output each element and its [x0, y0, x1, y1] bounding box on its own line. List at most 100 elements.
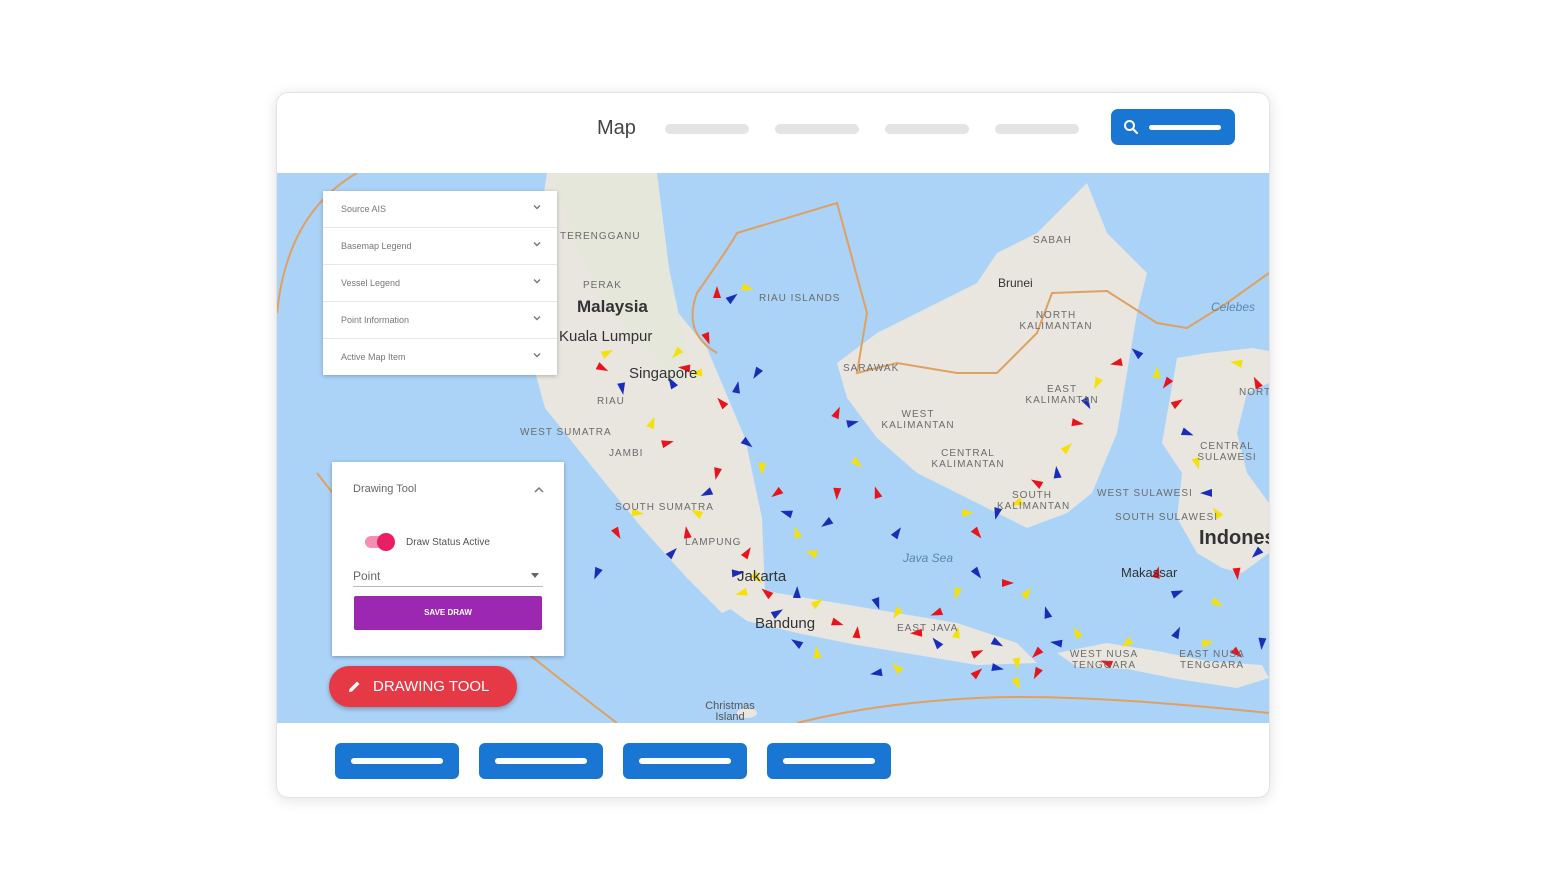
boundary-line	[796, 696, 1269, 723]
search-icon	[1124, 120, 1139, 135]
nav-map-link[interactable]: Map	[597, 117, 636, 140]
vessel-marker[interactable]	[970, 566, 985, 581]
vessel-marker[interactable]	[1050, 638, 1063, 648]
vessel-marker[interactable]	[758, 462, 767, 475]
vessel-marker[interactable]	[1030, 666, 1043, 681]
vessel-marker[interactable]	[970, 526, 985, 541]
vessel-marker[interactable]	[779, 507, 793, 519]
map-label: WEST KALIMANTAN	[881, 409, 955, 431]
vessel-marker[interactable]	[889, 660, 904, 675]
footer-button[interactable]	[335, 743, 459, 779]
vessel-marker[interactable]	[1041, 605, 1053, 619]
vessel-marker[interactable]	[1257, 637, 1267, 651]
vessel-marker[interactable]	[611, 526, 624, 541]
legend-item-label: Basemap Legend	[341, 241, 412, 251]
vessel-marker[interactable]	[890, 525, 904, 540]
map-label: EAST KALIMANTAN	[1025, 384, 1099, 406]
map-label: CENTRAL SULAWESI	[1197, 441, 1257, 463]
map-label: NORTH	[1239, 387, 1269, 398]
geometry-type-select[interactable]: Point	[353, 566, 543, 587]
drawing-tool-button-label: DRAWING TOOL	[373, 678, 490, 695]
vessel-marker[interactable]	[750, 366, 764, 381]
nav-item-placeholder[interactable]	[885, 124, 969, 134]
map-label: Singapore	[629, 365, 698, 382]
vessel-marker[interactable]	[1020, 585, 1035, 600]
vessel-marker[interactable]	[741, 282, 755, 294]
map-label: Celebes	[1211, 300, 1256, 314]
vessel-marker[interactable]	[991, 663, 1004, 673]
vessel-marker[interactable]	[725, 291, 740, 305]
search-button-label-placeholder	[1149, 125, 1221, 130]
vessel-marker[interactable]	[846, 418, 859, 429]
vessel-marker[interactable]	[871, 485, 883, 499]
vessel-marker[interactable]	[804, 547, 819, 559]
map-label: WEST SUMATRA	[520, 427, 612, 438]
map-label: SABAH	[1033, 235, 1072, 246]
map-label: LAMPUNG	[685, 537, 742, 548]
vessel-marker[interactable]	[769, 486, 784, 501]
vessel-marker[interactable]	[591, 566, 603, 581]
vessel-marker[interactable]	[713, 286, 721, 298]
vessel-marker[interactable]	[951, 587, 963, 601]
app-window: Map TERENGGANU PERAK Malaysia Kuala Lump…	[276, 92, 1270, 798]
vessel-marker[interactable]	[792, 586, 801, 599]
map-label: JAMBI	[609, 448, 644, 459]
vessel-marker[interactable]	[819, 516, 834, 530]
vessel-marker[interactable]	[812, 646, 822, 659]
map-label: SOUTH KALIMANTAN	[997, 490, 1071, 512]
nav-item-placeholder[interactable]	[995, 124, 1079, 134]
footer-button-label-placeholder	[783, 758, 875, 764]
vessel-marker[interactable]	[831, 405, 843, 420]
map-label: SARAWAK	[843, 363, 900, 374]
map-label: CENTRAL KALIMANTAN	[931, 448, 1005, 470]
vessel-marker[interactable]	[1170, 587, 1185, 599]
vessel-marker[interactable]	[1210, 596, 1225, 610]
vessel-marker[interactable]	[961, 509, 974, 518]
drawing-tool-panel: Drawing Tool Draw Status Active Point SA…	[332, 462, 564, 656]
vessel-marker[interactable]	[1002, 579, 1014, 587]
drawing-tool-button[interactable]: DRAWING TOOL	[329, 666, 517, 707]
map-canvas[interactable]: TERENGGANU PERAK Malaysia Kuala Lumpur S…	[277, 173, 1269, 723]
legend-item-vessel[interactable]: Vessel Legend	[323, 265, 557, 302]
vessel-marker[interactable]	[850, 456, 865, 471]
vessel-marker[interactable]	[869, 668, 883, 678]
nav-item-placeholder[interactable]	[775, 124, 859, 134]
vessel-marker[interactable]	[732, 380, 742, 394]
legend-item-active-map[interactable]: Active Map Item	[323, 339, 557, 375]
legend-item-basemap[interactable]: Basemap Legend	[323, 228, 557, 265]
vessel-marker[interactable]	[929, 607, 944, 619]
nav-item-placeholder[interactable]	[665, 124, 749, 134]
map-label: Kuala Lumpur	[559, 328, 653, 345]
footer-button[interactable]	[623, 743, 747, 779]
vessel-marker[interactable]	[871, 596, 883, 611]
vessel-marker[interactable]	[1171, 625, 1183, 640]
vessel-marker[interactable]	[833, 487, 842, 500]
vessel-marker[interactable]	[1160, 376, 1174, 391]
map-label: SOUTH SULAWESI	[1115, 512, 1219, 523]
map-label: Makassar	[1121, 565, 1178, 580]
vessel-marker[interactable]	[1201, 638, 1214, 648]
vessel-marker[interactable]	[970, 665, 985, 680]
vessel-marker[interactable]	[1070, 625, 1083, 640]
footer-button[interactable]	[479, 743, 603, 779]
vessel-marker[interactable]	[791, 525, 803, 540]
footer-button-label-placeholder	[639, 758, 731, 764]
legend-item-label: Source AIS	[341, 204, 387, 214]
vessel-marker[interactable]	[1011, 676, 1023, 691]
vessel-marker[interactable]	[789, 636, 804, 650]
draw-status-toggle[interactable]	[365, 533, 395, 551]
search-button[interactable]	[1111, 109, 1235, 145]
save-draw-button[interactable]: SAVE DRAW	[354, 596, 542, 630]
legend-item-label: Point Information	[341, 315, 410, 325]
map-label: RIAU	[597, 396, 625, 407]
map-label: SOUTH SUMATRA	[615, 502, 714, 513]
map-label: WEST SULAWESI	[1097, 488, 1193, 499]
chevron-up-icon[interactable]	[534, 486, 544, 494]
legend-item-source-ais[interactable]: Source AIS	[323, 191, 557, 228]
toggle-knob	[377, 533, 395, 551]
vessel-marker[interactable]	[1152, 366, 1162, 379]
caret-down-icon	[531, 573, 539, 578]
footer-button[interactable]	[767, 743, 891, 779]
legend-item-point-info[interactable]: Point Information	[323, 302, 557, 339]
geometry-type-value: Point	[353, 569, 381, 583]
